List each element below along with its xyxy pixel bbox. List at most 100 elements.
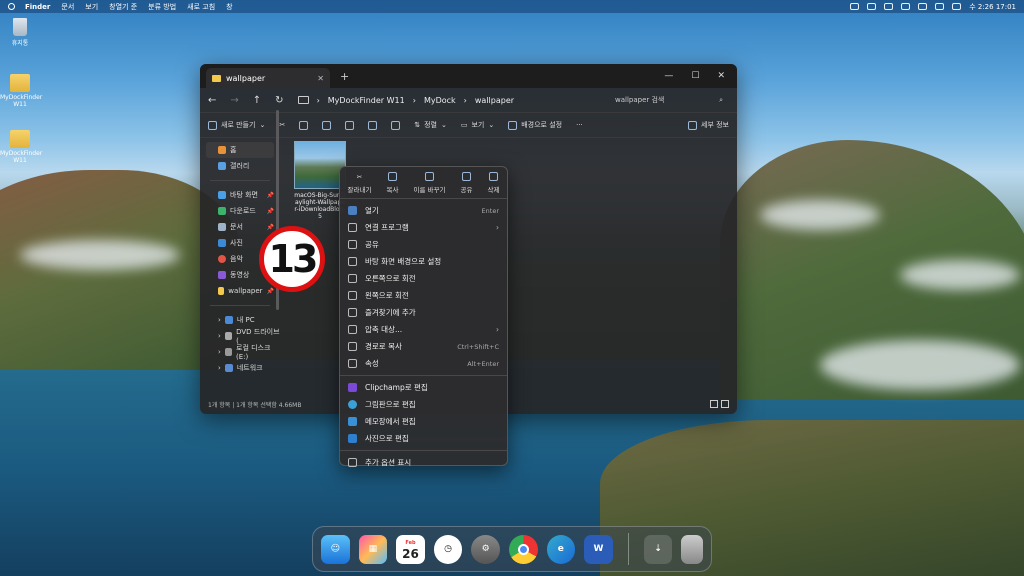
- cut-icon[interactable]: ✂: [279, 121, 285, 129]
- back-button[interactable]: ←: [208, 95, 216, 106]
- settings-icon[interactable]: ⚙: [471, 534, 500, 564]
- sidebar-item-downloads[interactable]: 다운로드 📌: [200, 203, 280, 219]
- menu-item[interactable]: 창열기 준: [109, 2, 137, 12]
- menu-edit-paint[interactable]: 그림판으로 편집: [340, 396, 507, 413]
- share-icon[interactable]: [368, 120, 378, 130]
- breadcrumb[interactable]: › MyDockFinder W11 › MyDock › wallpaper: [297, 96, 514, 105]
- wifi-icon[interactable]: [901, 3, 911, 10]
- refresh-button[interactable]: ↻: [275, 95, 283, 106]
- menu-rotate-left[interactable]: 왼쪽으로 회전: [340, 287, 507, 304]
- pictures-icon: [218, 239, 226, 247]
- sort-button[interactable]: ⇅ 정렬 ⌄: [414, 120, 447, 130]
- rename-icon[interactable]: [345, 120, 355, 130]
- menu-item[interactable]: 창: [226, 2, 232, 12]
- tiles-view-icon[interactable]: [721, 400, 729, 408]
- new-button[interactable]: 새로 만들기 ⌄: [208, 120, 265, 130]
- copy-action[interactable]: 복사: [386, 172, 398, 194]
- edge-icon[interactable]: e: [546, 534, 576, 564]
- wrench-icon: [348, 359, 357, 368]
- sidebar-item-this-pc[interactable]: › 내 PC: [200, 312, 280, 328]
- status-icon[interactable]: [850, 3, 860, 10]
- close-tab-icon[interactable]: ✕: [317, 74, 324, 83]
- calendar-icon[interactable]: Feb 26: [396, 534, 425, 564]
- menu-item[interactable]: 문서: [61, 2, 74, 12]
- new-tab-button[interactable]: +: [340, 70, 349, 83]
- cloud-icon[interactable]: [867, 3, 877, 10]
- menu-item[interactable]: 새로 고침: [187, 2, 215, 12]
- menu-open-with[interactable]: 연결 프로그램 ›: [340, 219, 507, 236]
- menu-properties[interactable]: 속성 Alt+Enter: [340, 355, 507, 372]
- delete-action[interactable]: 삭제: [487, 172, 499, 194]
- desktop-icon-trash[interactable]: 휴지통: [0, 18, 40, 47]
- sidebar-item-gallery[interactable]: 갤러리: [200, 158, 280, 174]
- trash-icon[interactable]: [681, 534, 704, 564]
- menu-edit-photos[interactable]: 사진으로 편집: [340, 430, 507, 447]
- downloads-stack-icon[interactable]: ⇣: [643, 534, 673, 564]
- folder-icon: [218, 287, 225, 295]
- finder-icon[interactable]: ☺: [321, 534, 350, 564]
- copy-icon[interactable]: [299, 120, 309, 130]
- clock-icon[interactable]: ◷: [433, 534, 463, 564]
- sidebar-item-documents[interactable]: 문서 📌: [200, 219, 280, 235]
- display-icon[interactable]: [884, 3, 894, 10]
- menu-compress[interactable]: 압축 대상... ›: [340, 321, 507, 338]
- rename-action[interactable]: 이름 바꾸기: [413, 172, 445, 194]
- up-button[interactable]: ↑: [253, 95, 261, 106]
- maximize-button[interactable]: ☐: [691, 71, 699, 81]
- launchpad-icon[interactable]: ▦: [358, 534, 388, 564]
- volume-icon[interactable]: [918, 3, 928, 10]
- paste-icon[interactable]: [322, 120, 332, 130]
- sidebar-item-network[interactable]: › 네트워크: [200, 360, 280, 376]
- word-icon[interactable]: W: [584, 534, 613, 564]
- menu-show-more-options[interactable]: 추가 옵션 표시: [340, 454, 507, 471]
- menu-add-favorite[interactable]: 즐겨찾기에 추가: [340, 304, 507, 321]
- chrome-icon[interactable]: [508, 534, 538, 564]
- more-button[interactable]: ···: [576, 121, 583, 129]
- sidebar-item-desktop[interactable]: 바탕 화면 📌: [200, 187, 280, 203]
- network-icon: [224, 364, 233, 372]
- menu-open[interactable]: 열기 Enter: [340, 202, 507, 219]
- details-view-icon[interactable]: [710, 400, 718, 408]
- search-icon: ⌕: [719, 95, 723, 104]
- sidebar-item-dvd[interactable]: › DVD 드라이브 (: [200, 328, 280, 345]
- sidebar-item-wallpaper[interactable]: wallpaper 📌: [200, 283, 280, 299]
- view-button[interactable]: ▭ 보기 ⌄: [461, 120, 494, 130]
- sidebar-item-home[interactable]: 홈: [206, 142, 274, 158]
- gallery-icon: [218, 162, 226, 170]
- menu-item[interactable]: 분류 방법: [148, 2, 176, 12]
- menu-edit-notepad[interactable]: 메모장에서 편집: [340, 413, 507, 430]
- desktop-icon-folder[interactable]: MyDockFinder W11: [0, 74, 42, 108]
- cut-action[interactable]: ✂ 잘라내기: [348, 173, 372, 194]
- delete-icon[interactable]: [391, 120, 401, 130]
- menu-item[interactable]: 보기: [85, 2, 98, 12]
- set-background-button[interactable]: 배경으로 설정: [508, 120, 562, 130]
- pc-icon: [224, 316, 233, 324]
- delete-icon: [488, 172, 498, 181]
- folder-icon: [10, 74, 30, 92]
- pin-icon: 📌: [266, 223, 274, 231]
- share-action[interactable]: 공유: [460, 172, 472, 194]
- menu-edit-clipchamp[interactable]: Clipchamp로 편집: [340, 379, 507, 396]
- forward-button[interactable]: →: [230, 95, 238, 106]
- details-button[interactable]: 세부 정보: [688, 120, 729, 130]
- apple-menu-icon[interactable]: [8, 3, 15, 10]
- menu-app-name[interactable]: Finder: [25, 3, 50, 11]
- search-input[interactable]: wallpaper 검색 ⌕: [609, 91, 729, 109]
- menu-set-desktop-background[interactable]: 바탕 화면 배경으로 설정: [340, 253, 507, 270]
- menu-copy-path[interactable]: 경로로 복사 Ctrl+Shift+C: [340, 338, 507, 355]
- rename-icon: [424, 172, 434, 181]
- menubar-clock[interactable]: 수 2:26 17:01: [969, 2, 1016, 12]
- rotate-right-icon: [348, 274, 357, 283]
- menu-share[interactable]: 공유: [340, 236, 507, 253]
- battery-icon[interactable]: [935, 3, 945, 10]
- sidebar-item-local-disk[interactable]: › 로컬 디스크 (E:): [200, 344, 280, 361]
- path-icon: [348, 342, 357, 351]
- desktop-icon-folder[interactable]: MyDockFinder W11: [0, 130, 42, 164]
- close-window-button[interactable]: ✕: [717, 71, 725, 81]
- open-with-icon: [348, 223, 357, 232]
- menu-rotate-right[interactable]: 오른쪽으로 회전: [340, 270, 507, 287]
- tab-wallpaper[interactable]: wallpaper ✕: [206, 68, 330, 88]
- zip-icon: [348, 325, 357, 334]
- control-center-icon[interactable]: [952, 3, 962, 10]
- minimize-button[interactable]: —: [664, 71, 673, 81]
